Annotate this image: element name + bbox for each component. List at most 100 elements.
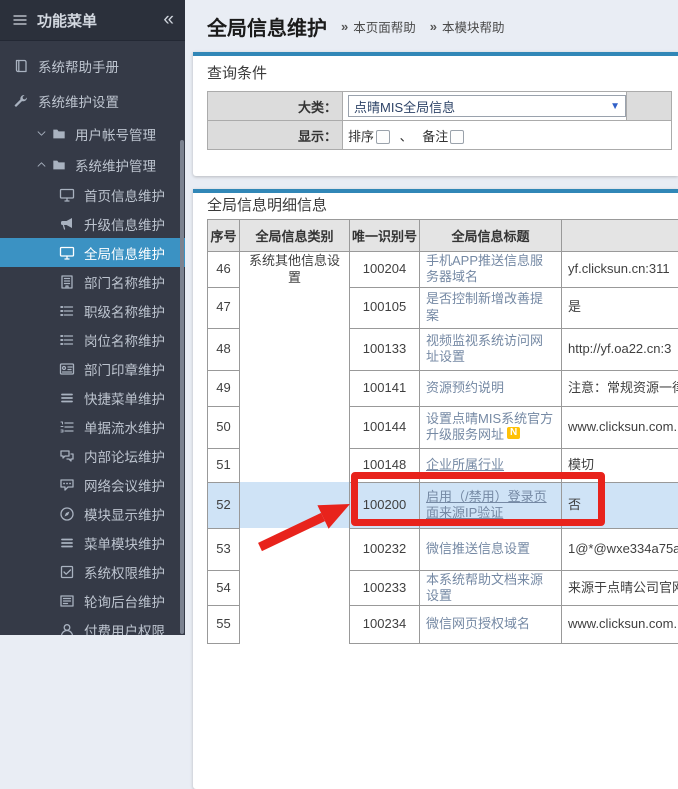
sidebar-item[interactable]: 首页信息维护 (0, 180, 185, 209)
cell-unique-id: 100234 (350, 606, 420, 644)
sidebar-item[interactable]: 轮询后台维护 (0, 586, 185, 615)
category-select[interactable]: 点晴MIS全局信息 ▼ (348, 95, 626, 117)
row-title-link[interactable]: 资源预约说明 (426, 380, 504, 395)
sidebar: 功能菜单 « 系统帮助手册系统维护设置用户帐号管理系统维护管理首页信息维护升级信… (0, 0, 185, 635)
sidebar-scrollbar[interactable] (180, 140, 184, 634)
sidebar-item[interactable]: 单据流水维护 (0, 412, 185, 441)
row-title-link[interactable]: 手机APP推送信息服务器域名 (426, 253, 543, 284)
column-header: 序号 (208, 220, 240, 252)
sidebar-item-label: 内部论坛维护 (84, 446, 165, 466)
sidebar-item-label: 全局信息维护 (84, 243, 165, 263)
sidebar-item[interactable]: 用户帐号管理 (0, 118, 185, 149)
cell-category: 系统其他信息设置 (240, 252, 350, 288)
row-title-link[interactable]: 视频监视系统访问网址设置 (426, 333, 543, 364)
new-badge: N (507, 427, 520, 439)
cell-unique-id: 100233 (350, 570, 420, 606)
sidebar-item[interactable]: 系统维护设置 (0, 83, 185, 118)
collapse-sidebar-icon[interactable]: « (163, 9, 173, 31)
sidebar-item[interactable]: 岗位名称维护 (0, 325, 185, 354)
table-row-highlighted[interactable]: 52100200启用（/禁用）登录页面来源IP验证否 (208, 482, 678, 528)
cell-value: 否 (562, 482, 678, 528)
sidebar-item-label: 菜单模块维护 (84, 533, 165, 553)
sidebar-item-label: 部门名称维护 (84, 272, 165, 292)
monitor-icon (59, 187, 75, 203)
sidebar-item-active[interactable]: 全局信息维护 (0, 238, 185, 267)
note-checkbox-label: 备注 (422, 129, 448, 144)
cell-unique-id: 100148 (350, 448, 420, 482)
table-row[interactable]: 55100234微信网页授权域名www.clicksun.com. (208, 606, 678, 644)
table-row[interactable]: 51100148企业所属行业模切 (208, 448, 678, 482)
monitor-icon (59, 245, 75, 261)
cell-seq: 46 (208, 252, 240, 288)
sidebar-item[interactable]: 模块显示维护 (0, 499, 185, 528)
row-title-link[interactable]: 微信推送信息设置 (426, 541, 530, 556)
chevron-right-icon: » (430, 19, 437, 34)
cell-value: 1@*@wxe334a75a (562, 528, 678, 570)
sidebar-item[interactable]: 菜单模块维护 (0, 528, 185, 557)
bars-icon (59, 535, 75, 551)
row-title-link[interactable]: 是否控制新增改善提案 (426, 291, 543, 322)
sidebar-item-label: 付费用户权限 (84, 620, 165, 636)
cell-unique-id: 100133 (350, 328, 420, 370)
cell-category (240, 448, 350, 482)
table-row[interactable]: 53100232微信推送信息设置1@*@wxe334a75a (208, 528, 678, 570)
cell-title: 企业所属行业 (420, 448, 562, 482)
sidebar-item[interactable]: 内部论坛维护 (0, 441, 185, 470)
sidebar-item[interactable]: 网络会议维护 (0, 470, 185, 499)
sidebar-item-label: 单据流水维护 (84, 417, 165, 437)
cell-unique-id: 100105 (350, 287, 420, 328)
query-form: 大类： 点晴MIS全局信息 ▼ 显示： 排序 、 备注 (207, 91, 672, 150)
row-title-link[interactable]: 本系统帮助文档来源设置 (426, 572, 543, 603)
module-help-link[interactable]: » 本模块帮助 (416, 17, 505, 36)
sidebar-item[interactable]: 付费用户权限 (0, 615, 185, 635)
row-title-link[interactable]: 企业所属行业 (426, 457, 504, 472)
page-title: 全局信息维护 (207, 12, 327, 41)
table-row[interactable]: 46系统其他信息设置100204手机APP推送信息服务器域名yf.clicksu… (208, 252, 678, 288)
display-label: 显示： (208, 121, 343, 150)
cell-unique-id: 100204 (350, 252, 420, 288)
bars-icon (59, 390, 75, 406)
table-row[interactable]: 50100144设置点晴MIS系统官方升级服务网址Nwww.clicksun.c… (208, 406, 678, 448)
sidebar-item[interactable]: 部门名称维护 (0, 267, 185, 296)
sidebar-item-label: 用户帐号管理 (75, 124, 156, 144)
note-checkbox[interactable] (450, 130, 464, 144)
sidebar-title: 功能菜单 (37, 10, 163, 31)
sidebar-item-label: 模块显示维护 (84, 504, 165, 524)
detail-panel: 全局信息明细信息 序号全局信息类别唯一识别号全局信息标题 46系统其他信息设置1… (193, 189, 678, 789)
cell-unique-id: 100232 (350, 528, 420, 570)
sidebar-item[interactable]: 系统维护管理 (0, 149, 185, 180)
sidebar-item[interactable]: 升级信息维护 (0, 209, 185, 238)
cell-seq: 50 (208, 406, 240, 448)
category-label: 大类： (208, 92, 343, 121)
sidebar-item[interactable]: 职级名称维护 (0, 296, 185, 325)
sidebar-item-label: 系统帮助手册 (38, 56, 119, 76)
building-icon (59, 274, 75, 290)
cell-category (240, 287, 350, 328)
row-title-link[interactable]: 设置点晴MIS系统官方升级服务网址 (426, 411, 553, 442)
column-header: 全局信息类别 (240, 220, 350, 252)
table-row[interactable]: 48100133视频监视系统访问网址设置http://yf.oa22.cn:3 (208, 328, 678, 370)
row-title-link[interactable]: 微信网页授权域名 (426, 616, 530, 631)
cell-category (240, 482, 350, 528)
sidebar-item[interactable]: 系统帮助手册 (0, 48, 185, 83)
cell-value: 是 (562, 287, 678, 328)
sidebar-item-label: 岗位名称维护 (84, 330, 165, 350)
table-row[interactable]: 54100233本系统帮助文档来源设置来源于点晴公司官网 (208, 570, 678, 606)
idcard-icon (59, 361, 75, 377)
sort-checkbox-label: 排序 (348, 129, 374, 144)
table-row[interactable]: 47100105是否控制新增改善提案是 (208, 287, 678, 328)
row-title-link[interactable]: 启用（/禁用）登录页面来源IP验证 (426, 489, 547, 520)
sort-checkbox[interactable] (376, 130, 390, 144)
comment-icon (59, 477, 75, 493)
sidebar-item[interactable]: 部门印章维护 (0, 354, 185, 383)
column-header: 全局信息标题 (420, 220, 562, 252)
page-help-link[interactable]: » 本页面帮助 (327, 17, 416, 36)
sidebar-item[interactable]: 系统权限维护 (0, 557, 185, 586)
cell-title: 视频监视系统访问网址设置 (420, 328, 562, 370)
sidebar-item[interactable]: 快捷菜单维护 (0, 383, 185, 412)
cell-category (240, 528, 350, 570)
table-row[interactable]: 49100141资源预约说明注意：常规资源一律 (208, 370, 678, 406)
book-icon (13, 58, 29, 74)
menu-icon (12, 12, 28, 28)
table-header-row: 序号全局信息类别唯一识别号全局信息标题 (208, 220, 678, 252)
